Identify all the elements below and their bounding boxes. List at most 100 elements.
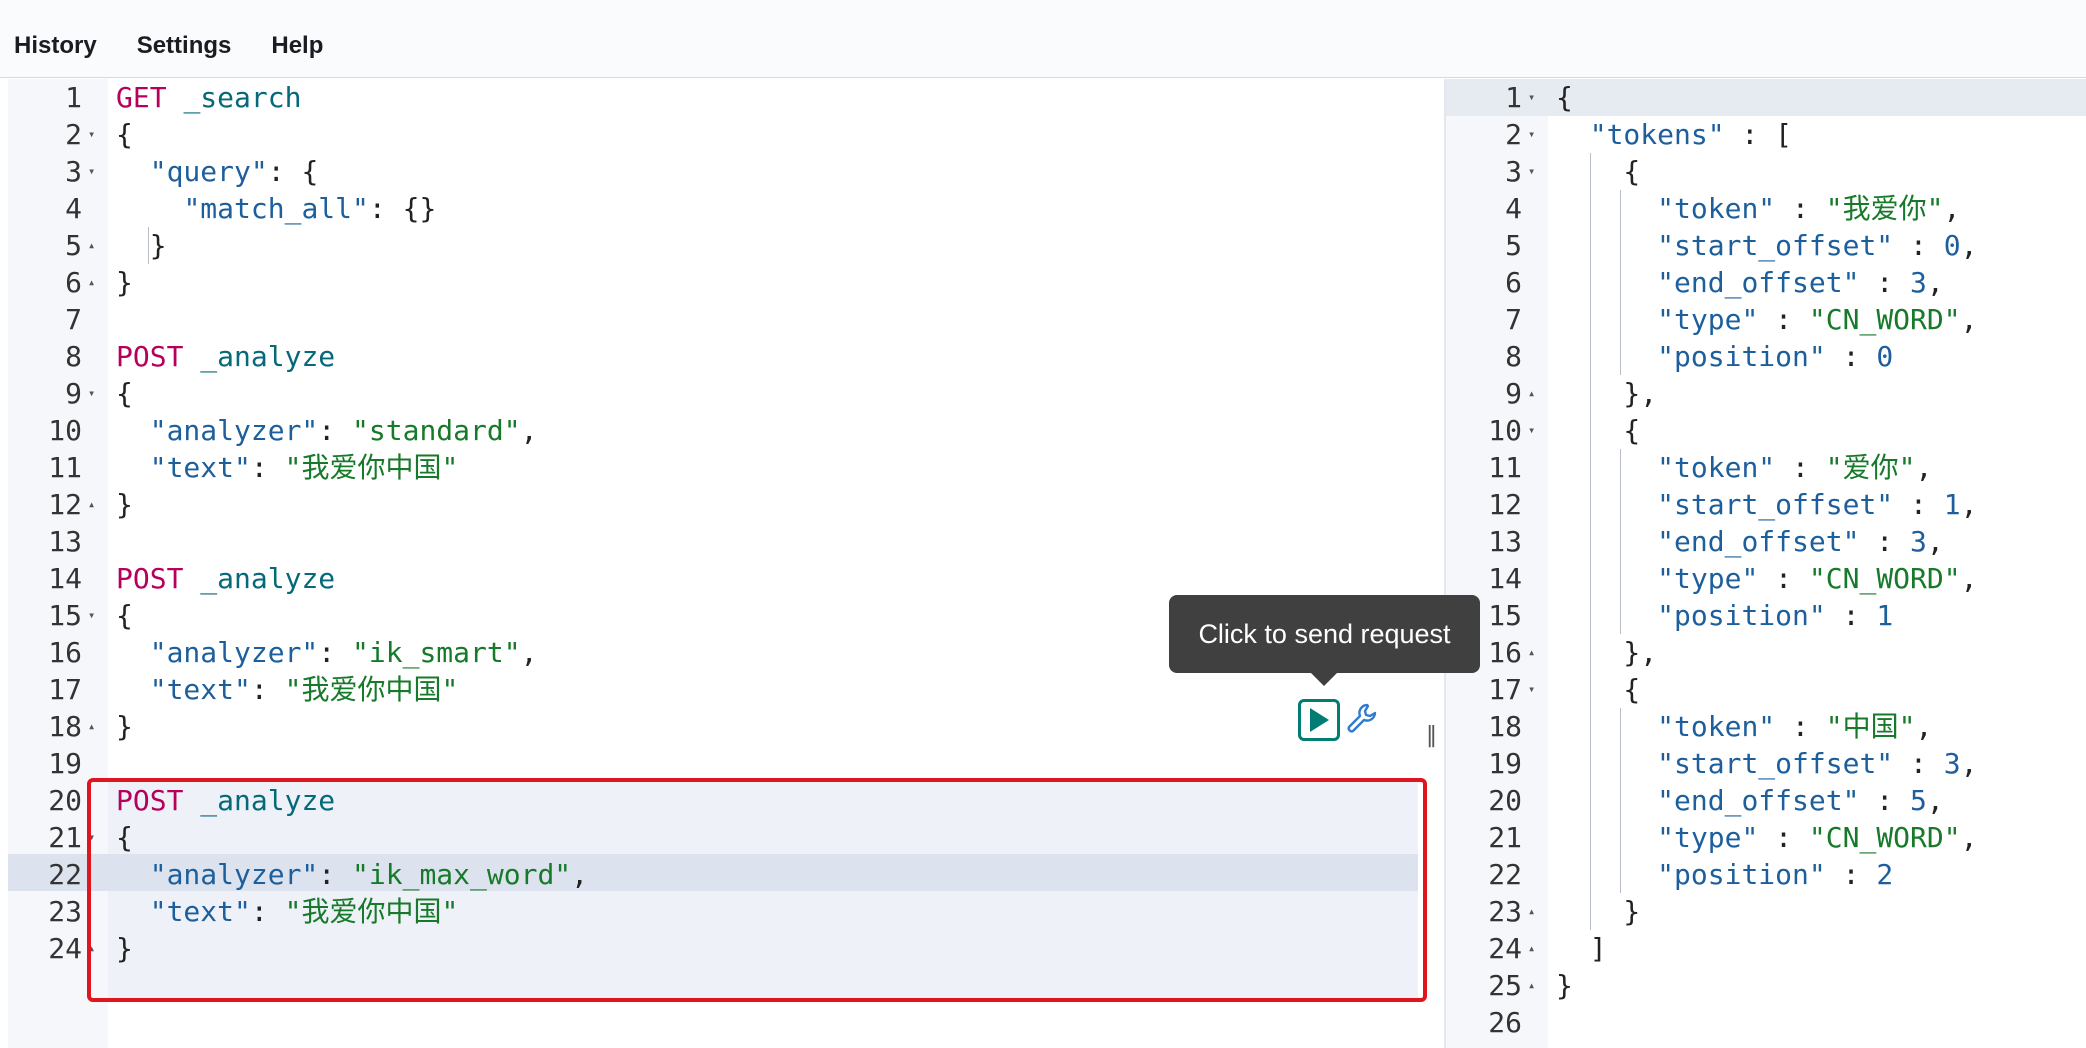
- fold-collapse-icon[interactable]: ▾: [88, 597, 95, 634]
- fold-expand-icon[interactable]: ▴: [88, 486, 95, 523]
- line-number: 6: [1505, 266, 1522, 299]
- fold-expand-icon[interactable]: ▴: [88, 264, 95, 301]
- code-token: "CN_WORD": [1808, 821, 1961, 854]
- code-line[interactable]: 19: [0, 745, 1444, 782]
- indent-guide: [148, 227, 149, 264]
- fold-collapse-icon[interactable]: ▾: [88, 375, 95, 412]
- code-token: :: [1825, 599, 1877, 632]
- code-line[interactable]: 15 "position" : 1: [1446, 597, 2086, 634]
- code-line[interactable]: 8 "position" : 0: [1446, 338, 2086, 375]
- code-line[interactable]: 10 "analyzer": "standard",: [0, 412, 1444, 449]
- fold-collapse-icon[interactable]: ▾: [1528, 116, 1535, 153]
- code-line[interactable]: 12 ▴}: [0, 486, 1444, 523]
- code-line[interactable]: 7: [0, 301, 1444, 338]
- code-token: {: [1556, 414, 1641, 447]
- code-line[interactable]: 18 ▴}: [0, 708, 1444, 745]
- code-line[interactable]: 16 ▴ },: [1446, 634, 2086, 671]
- resize-handle-icon[interactable]: ‖: [1426, 723, 1437, 748]
- code-line[interactable]: 5 "start_offset" : 0,: [1446, 227, 2086, 264]
- code-token: ,: [1960, 821, 1978, 854]
- code-line[interactable]: 17 "text": "我爱你中国": [0, 671, 1444, 708]
- line-number: 13: [1488, 525, 1522, 558]
- line-number: 3: [1505, 155, 1522, 188]
- code-line[interactable]: 12 "start_offset" : 1,: [1446, 486, 2086, 523]
- code-line[interactable]: 20 "end_offset" : 5,: [1446, 782, 2086, 819]
- code-line[interactable]: 23 ▴ }: [1446, 893, 2086, 930]
- request-settings-button[interactable]: [1344, 701, 1380, 737]
- code-line[interactable]: 5 ▴ }: [0, 227, 1444, 264]
- code-token: },: [1556, 377, 1658, 410]
- code-line[interactable]: 9 ▾ {: [0, 375, 1444, 412]
- code-line[interactable]: 7 "type" : "CN_WORD",: [1446, 301, 2086, 338]
- fold-expand-icon[interactable]: ▴: [88, 227, 95, 264]
- request-editor[interactable]: 1 GET _search 2 ▾{3 ▾ "query": {4 "match_all…: [0, 79, 1444, 1048]
- code-token: {: [1556, 81, 1573, 114]
- fold-expand-icon[interactable]: ▴: [1528, 634, 1535, 671]
- fold-expand-icon[interactable]: ▴: [1528, 375, 1535, 412]
- code-line[interactable]: 19 "start_offset" : 3,: [1446, 745, 2086, 782]
- code-text: {: [1556, 79, 1573, 116]
- code-line[interactable]: 17 ▾ {: [1446, 671, 2086, 708]
- code-line[interactable]: 2 ▾ {: [0, 116, 1444, 153]
- code-line[interactable]: 8 POST _analyze: [0, 338, 1444, 375]
- code-text: "token" : "我爱你",: [1556, 190, 1960, 227]
- code-token: :: [318, 636, 353, 669]
- code-line[interactable]: 6 ▴}: [0, 264, 1444, 301]
- code-line[interactable]: 1 GET _search: [0, 79, 1444, 116]
- code-line[interactable]: 3 ▾ {: [1446, 153, 2086, 190]
- fold-collapse-icon[interactable]: ▾: [88, 153, 95, 190]
- line-number: 4: [65, 192, 82, 225]
- fold-collapse-icon[interactable]: ▾: [88, 116, 95, 153]
- response-viewer[interactable]: 1 ▾{2 ▾ "tokens" : [3 ▾ {4 "token" : "我爱你",…: [1444, 79, 2086, 1048]
- code-token: }: [116, 488, 133, 521]
- code-token: "我爱你": [1825, 192, 1944, 225]
- code-line[interactable]: 24 ▴ ]: [1446, 930, 2086, 967]
- code-line[interactable]: 21 "type" : "CN_WORD",: [1446, 819, 2086, 856]
- line-number: 10: [48, 414, 82, 447]
- fold-expand-icon[interactable]: ▴: [1528, 893, 1535, 930]
- send-request-button[interactable]: [1298, 699, 1340, 741]
- line-number: 3: [65, 155, 82, 188]
- code-line[interactable]: 11 "token" : "爱你",: [1446, 449, 2086, 486]
- line-number: 6: [65, 266, 82, 299]
- code-line[interactable]: 14 POST _analyze: [0, 560, 1444, 597]
- settings-link[interactable]: Settings: [137, 18, 232, 60]
- fold-expand-icon[interactable]: ▴: [1528, 930, 1535, 967]
- line-number: 26: [1488, 1006, 1522, 1039]
- code-line[interactable]: 11 "text": "我爱你中国": [0, 449, 1444, 486]
- code-line[interactable]: 25 ▴}: [1446, 967, 2086, 1004]
- code-token: :: [1775, 192, 1826, 225]
- fold-expand-icon[interactable]: ▴: [88, 708, 95, 745]
- code-line[interactable]: 3 ▾ "query": {: [0, 153, 1444, 190]
- code-text: }: [116, 264, 133, 301]
- code-token: ,: [520, 636, 538, 669]
- fold-collapse-icon[interactable]: ▾: [1528, 412, 1535, 449]
- code-token: "start_offset": [1657, 747, 1894, 780]
- code-line[interactable]: 22 "position" : 2: [1446, 856, 2086, 893]
- code-line[interactable]: 6 "end_offset" : 3,: [1446, 264, 2086, 301]
- code-line[interactable]: 13 "end_offset" : 3,: [1446, 523, 2086, 560]
- code-token: "position": [1657, 858, 1826, 891]
- fold-collapse-icon[interactable]: ▾: [1528, 153, 1535, 190]
- code-line[interactable]: 14 "type" : "CN_WORD",: [1446, 560, 2086, 597]
- help-link[interactable]: Help: [271, 18, 323, 60]
- code-line[interactable]: 26: [1446, 1004, 2086, 1041]
- code-line[interactable]: 4 "match_all": {}: [0, 190, 1444, 227]
- code-line[interactable]: 1 ▾ {: [1446, 79, 2086, 116]
- code-line[interactable]: 10 ▾ {: [1446, 412, 2086, 449]
- fold-collapse-icon[interactable]: ▾: [1528, 671, 1535, 708]
- code-line[interactable]: 13: [0, 523, 1444, 560]
- code-text: {: [116, 116, 133, 153]
- history-link[interactable]: History: [14, 18, 97, 60]
- code-text: }: [116, 708, 133, 745]
- code-line[interactable]: 9 ▴ },: [1446, 375, 2086, 412]
- code-line[interactable]: 4 "token" : "我爱你",: [1446, 190, 2086, 227]
- code-line[interactable]: 18 "token" : "中国",: [1446, 708, 2086, 745]
- fold-collapse-icon[interactable]: ▾: [1528, 79, 1535, 116]
- code-line[interactable]: 2 ▾ "tokens" : [: [1446, 116, 2086, 153]
- fold-expand-icon[interactable]: ▴: [1528, 967, 1535, 1004]
